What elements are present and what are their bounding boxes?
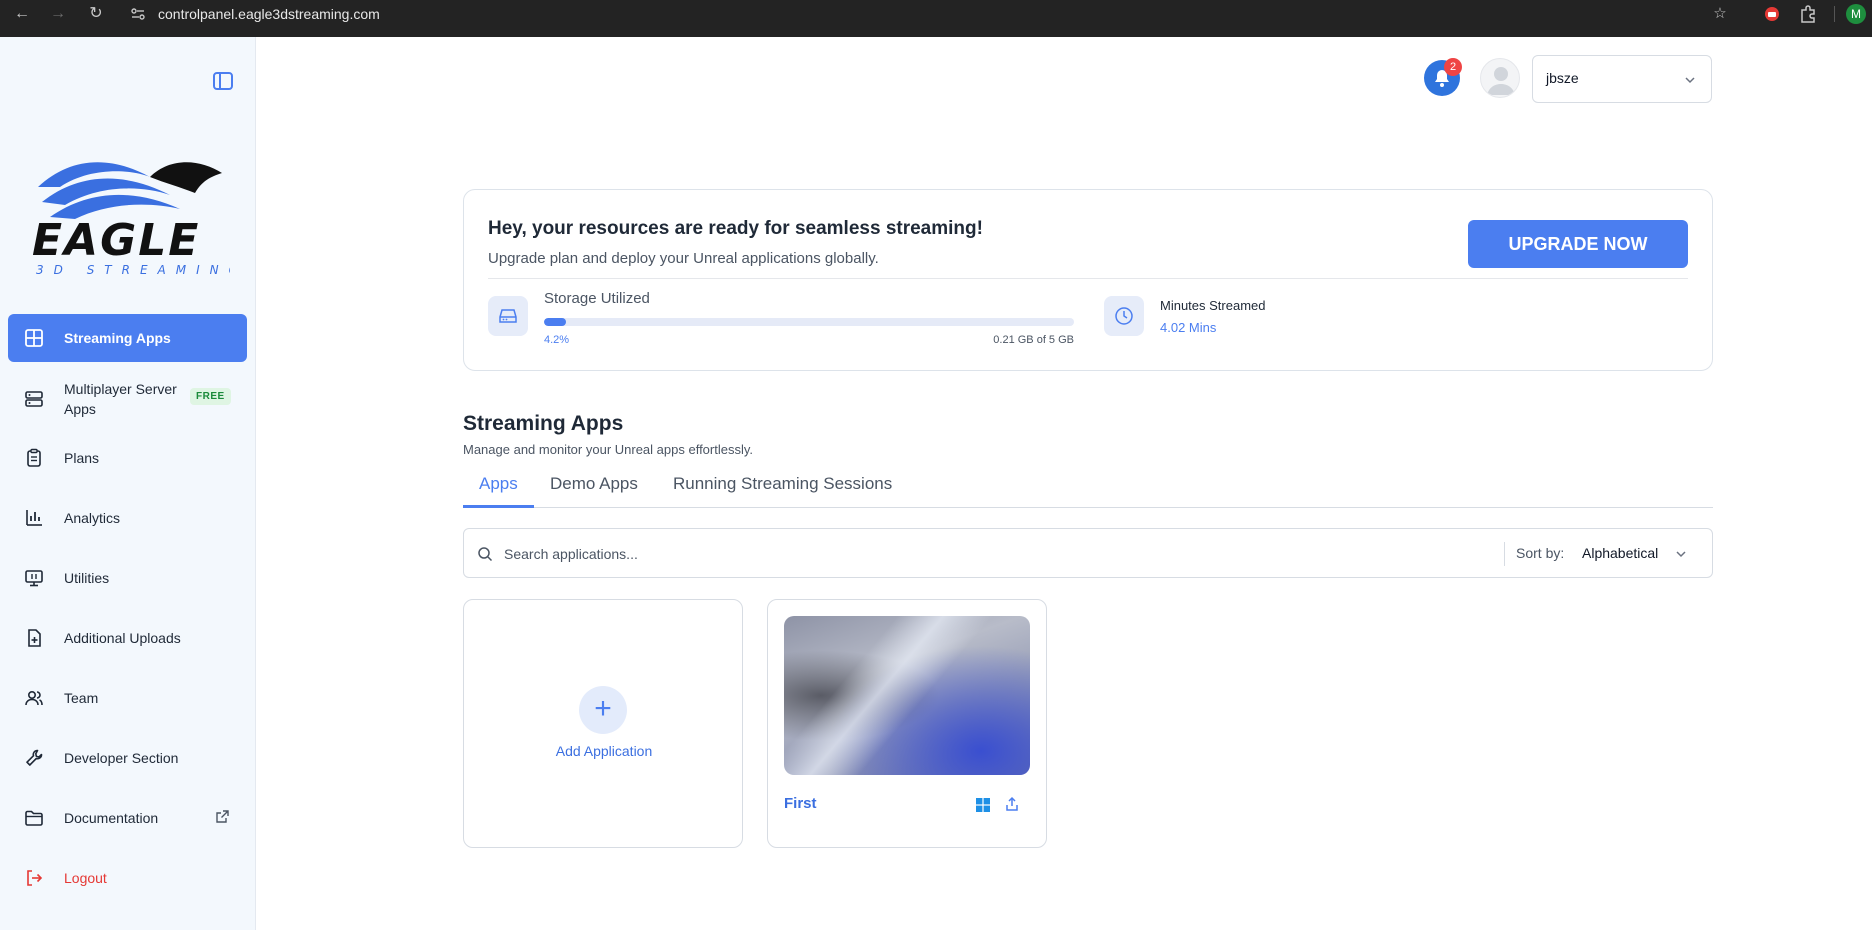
sidebar-item-label: Multiplayer Server Apps [64,381,177,417]
resources-title: Hey, your resources are ready for seamle… [488,218,983,239]
browser-toolbar: ← → ↻ controlpanel.eagle3dstreaming.com … [0,0,1872,37]
bookmark-star-icon[interactable]: ☆ [1710,4,1730,24]
logo-tagline: 3D STREAMING [36,263,230,277]
storage-percent: 4.2% [544,334,570,346]
users-icon [25,690,43,706]
storage-label: Storage Utilized [544,290,650,307]
search-bar: Sort by: Alphabetical [463,528,1713,578]
file-plus-icon [28,629,41,647]
hard-drive-icon [499,309,517,323]
page-subtitle: Manage and monitor your Unreal apps effo… [463,442,754,457]
tab-demo-apps[interactable]: Demo Apps [550,474,638,494]
sort-label: Sort by: [1516,545,1565,561]
add-application-card[interactable]: + Add Application [463,599,743,848]
forward-arrow-icon[interactable]: → [48,4,68,24]
sidebar-item-label: Plans [64,450,100,466]
windows-icon [976,798,990,812]
storage-progress-fill [544,318,567,326]
app-name[interactable]: First [784,795,817,812]
toolbar-divider [1834,6,1835,22]
upgrade-now-button[interactable]: UPGRADE NOW [1468,220,1688,268]
plus-icon[interactable]: + [579,686,627,734]
sidebar-item-documentation[interactable]: Documentation [8,794,247,842]
search-divider [1504,542,1505,566]
grid-icon [25,329,43,347]
wrench-icon [26,749,43,766]
server-icon [25,391,43,407]
minutes-streamed-label: Minutes Streamed [1160,298,1266,313]
sidebar-item-additional-uploads[interactable]: Additional Uploads [8,614,247,662]
tab-apps[interactable]: Apps [479,474,518,494]
tab-running-streaming-sessions[interactable]: Running Streaming Sessions [673,474,892,494]
bar-chart-icon [26,510,42,526]
sidebar-item-label: Logout [64,870,107,886]
profile-avatar[interactable]: M [1846,4,1866,24]
sidebar-item-label: Utilities [64,570,110,586]
active-tab-indicator [463,505,534,508]
clock-icon [1115,307,1133,325]
app-thumbnail[interactable] [784,616,1030,775]
sidebar-item-label: Additional Uploads [64,630,181,646]
notification-count-badge: 2 [1444,58,1462,76]
logo-wordmark: EAGLE [32,215,200,266]
sidebar-item-logout[interactable]: Logout [8,854,247,902]
sidebar-item-label: Developer Section [64,750,179,766]
apps-tabs: Apps Demo Apps Running Streaming Session… [463,467,1713,508]
folder-icon [25,810,43,826]
add-application-label[interactable]: Add Application [464,743,744,759]
sidebar-item-multiplayer-server-apps[interactable]: Multiplayer Server Apps FREE [8,374,247,424]
search-icon [478,547,493,562]
resources-card: Hey, your resources are ready for seamle… [463,189,1713,371]
sidebar-item-label: Streaming Apps [64,330,171,346]
storage-stat-icon [488,296,528,336]
minutes-stat-icon [1104,296,1144,336]
sidebar: EAGLE 3D STREAMING Streaming Apps Multip… [0,37,256,930]
sidebar-item-label: Analytics [64,510,121,526]
address-bar-url[interactable]: controlpanel.eagle3dstreaming.com [158,4,380,24]
user-menu-dropdown[interactable]: jbsze [1532,55,1712,103]
reload-icon[interactable]: ↻ [86,4,106,24]
eagle-3d-streaming-logo: EAGLE 3D STREAMING [32,162,230,277]
sidebar-item-analytics[interactable]: Analytics [8,494,247,542]
monitor-icon [25,570,43,587]
page-title: Streaming Apps [463,412,624,435]
external-link-icon [216,810,229,823]
free-badge: FREE [190,388,231,405]
sidebar-item-label: Team [64,690,99,706]
sidebar-item-label: Documentation [64,810,159,826]
back-arrow-icon[interactable]: ← [12,4,32,24]
extensions-puzzle-icon[interactable] [1798,4,1818,24]
username: jbsze [1546,70,1579,86]
app-card[interactable]: First [767,599,1047,848]
clipboard-icon [27,448,41,467]
site-settings-icon[interactable] [130,6,146,22]
sidebar-item-streaming-apps[interactable]: Streaming Apps [8,314,247,362]
user-avatar-icon [1487,67,1515,95]
sidebar-item-team[interactable]: Team [8,674,247,722]
sort-select[interactable]: Alphabetical [1582,545,1658,561]
sidebar-item-utilities[interactable]: Utilities [8,554,247,602]
storage-progress-bar [544,318,1074,326]
resources-divider [488,278,1688,279]
sidebar-item-developer-section[interactable]: Developer Section [8,734,247,782]
avatar[interactable] [1480,58,1520,98]
sidebar-toggle-icon[interactable] [212,70,234,92]
logout-icon [27,870,43,886]
storage-amount: 0.21 GB of 5 GB [993,334,1074,346]
search-input[interactable] [504,541,1464,567]
share-icon[interactable] [1004,796,1020,812]
chevron-down-icon [1685,77,1695,84]
resources-subtitle: Upgrade plan and deploy your Unreal appl… [488,250,879,267]
extension-alert-icon[interactable] [1762,4,1782,24]
sidebar-item-plans[interactable]: Plans [8,434,247,482]
minutes-streamed-value: 4.02 Mins [1160,320,1217,335]
chevron-down-icon[interactable] [1674,547,1688,561]
